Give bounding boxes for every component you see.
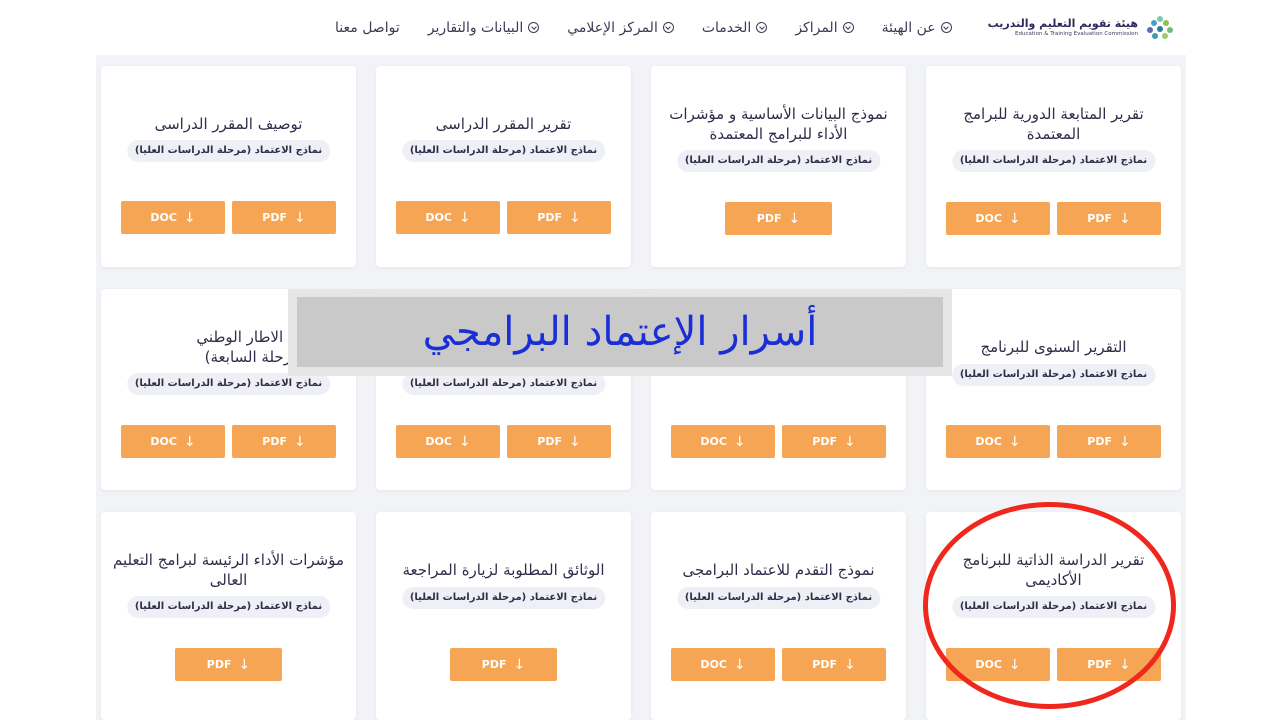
menu-item-label: المركز الإعلامي (567, 19, 658, 36)
pdf-download-button[interactable]: PDF ↓ (725, 202, 832, 235)
doc-download-button[interactable]: DOC ↓ (396, 425, 500, 458)
pdf-download-button[interactable]: PDF ↓ (1057, 202, 1161, 235)
menu-item-label: البيانات والتقارير (427, 19, 524, 36)
menu-item-label: تواصل معنا (335, 19, 400, 36)
card-course-specification: توصيف المقرر الدراسى نماذج الاعتماد (مرح… (101, 66, 356, 267)
pdf-download-button[interactable]: PDF ↓ (175, 648, 282, 681)
download-arrow-icon: ↓ (1118, 210, 1131, 227)
chevron-down-icon (662, 22, 674, 33)
card-tag: نماذج الاعتماد (مرحلة الدراسات العليا) (951, 596, 1156, 618)
card-tag: نماذج الاعتماد (مرحلة الدراسات العليا) (401, 373, 606, 395)
doc-download-button[interactable]: DOC ↓ (946, 425, 1050, 458)
download-arrow-icon: ↓ (733, 656, 746, 673)
pdf-download-button[interactable]: PDF ↓ (1057, 425, 1161, 458)
caption-text: أسرار الإعتماد البرامجي (422, 309, 818, 355)
card-tag: نماذج الاعتماد (مرحلة الدراسات العليا) (126, 140, 331, 162)
pdf-download-button[interactable]: PDF ↓ (782, 425, 886, 458)
download-arrow-icon: ↓ (568, 209, 581, 226)
pdf-download-button[interactable]: PDF ↓ (232, 201, 336, 234)
logo-arabic-text: هيئة تقويم التعليم والتدريب (987, 17, 1138, 30)
menu-item-media-center[interactable]: المركز الإعلامي (567, 20, 674, 36)
logo[interactable]: هيئة تقويم التعليم والتدريب Education & … (988, 13, 1178, 43)
menu-item-label: الخدمات (701, 19, 752, 36)
download-arrow-icon: ↓ (1008, 656, 1021, 673)
pdf-download-button[interactable]: PDF ↓ (1057, 648, 1161, 681)
pdf-download-button[interactable]: PDF ↓ (507, 425, 611, 458)
download-arrow-icon: ↓ (293, 209, 306, 226)
card-title: توصيف المقرر الدراسى (154, 115, 303, 133)
download-arrow-icon: ↓ (1118, 656, 1131, 673)
chevron-down-icon (842, 22, 854, 33)
menu-item-contact[interactable]: تواصل معنا (335, 20, 400, 36)
card-self-study-report: تقرير الدراسة الذاتية للبرنامج الأكاديمى… (926, 512, 1181, 720)
menu-item-data-reports[interactable]: البيانات والتقارير (428, 20, 540, 36)
doc-download-button[interactable]: DOC ↓ (946, 648, 1050, 681)
doc-download-button[interactable]: DOC ↓ (121, 201, 225, 234)
download-arrow-icon: ↓ (1008, 210, 1021, 227)
card-program-accreditation-application: نموذج التقدم للاعتماد البرامجى نماذج الا… (651, 512, 906, 720)
download-arrow-icon: ↓ (183, 209, 196, 226)
card-title: نموذج البيانات الأساسية و مؤشرات الأداء … (669, 105, 888, 143)
download-arrow-icon: ↓ (843, 656, 856, 673)
download-arrow-icon: ↓ (568, 433, 581, 450)
card-title: تقرير المقرر الدراسى (435, 115, 572, 133)
card-title: الوثائق المطلوبة لزيارة المراجعة (402, 561, 605, 579)
card-title: نموذج التقدم للاعتماد البرامجى (682, 561, 875, 579)
download-arrow-icon: ↓ (788, 210, 801, 227)
pdf-download-button[interactable]: PDF ↓ (782, 648, 886, 681)
download-arrow-icon: ↓ (183, 433, 196, 450)
doc-download-button[interactable]: DOC ↓ (946, 202, 1050, 235)
card-tag: نماذج الاعتماد (مرحلة الدراسات العليا) (676, 150, 881, 172)
card-tag: نماذج الاعتماد (مرحلة الدراسات العليا) (676, 587, 881, 609)
download-arrow-icon: ↓ (843, 433, 856, 450)
pdf-download-button[interactable]: PDF ↓ (507, 201, 611, 234)
download-arrow-icon: ↓ (293, 433, 306, 450)
main-menu: عن الهيئة المراكز الخدمات المركز الإعلام… (335, 20, 952, 36)
chevron-down-icon (756, 22, 768, 33)
caption-banner: أسرار الإعتماد البرامجي (288, 289, 952, 376)
download-arrow-icon: ↓ (513, 656, 526, 673)
doc-download-button[interactable]: DOC ↓ (121, 425, 225, 458)
pdf-download-button[interactable]: PDF ↓ (232, 425, 336, 458)
download-arrow-icon: ↓ (733, 433, 746, 450)
card-annual-program-report: التقرير السنوى للبرنامج نماذج الاعتماد (… (926, 289, 1181, 490)
doc-download-button[interactable]: DOC ↓ (671, 425, 775, 458)
download-arrow-icon: ↓ (238, 656, 251, 673)
card-tag: نماذج الاعتماد (مرحلة الدراسات العليا) (126, 373, 331, 395)
menu-item-centers[interactable]: المراكز (795, 19, 854, 36)
doc-download-button[interactable]: DOC ↓ (671, 648, 775, 681)
card-course-report: تقرير المقرر الدراسى نماذج الاعتماد (مرح… (376, 66, 631, 267)
card-review-visit-documents: الوثائق المطلوبة لزيارة المراجعة نماذج ا… (376, 512, 631, 720)
menu-item-label: عن الهيئة (881, 19, 936, 36)
logo-english-text: Education & Training Evaluation Commissi… (1015, 31, 1138, 37)
pdf-download-button[interactable]: PDF ↓ (450, 648, 557, 681)
download-arrow-icon: ↓ (458, 209, 471, 226)
menu-item-about[interactable]: عن الهيئة (882, 20, 952, 36)
logo-icon (1147, 15, 1173, 39)
menu-item-services[interactable]: الخدمات (702, 20, 768, 36)
card-tag: نماذج الاعتماد (مرحلة الدراسات العليا) (951, 364, 1156, 386)
download-arrow-icon: ↓ (458, 433, 471, 450)
card-tag: نماذج الاعتماد (مرحلة الدراسات العليا) (401, 140, 606, 162)
card-higher-education-kpis: مؤشرات الأداء الرئيسة لبرامج التعليم الع… (101, 512, 356, 720)
card-periodic-followup-report: تقرير المتابعة الدورية للبرامج المعتمدة … (926, 66, 1181, 267)
doc-download-button[interactable]: DOC ↓ (396, 201, 500, 234)
card-basic-data-kpi-form: نموذج البيانات الأساسية و مؤشرات الأداء … (651, 66, 906, 267)
chevron-down-icon (940, 22, 952, 33)
download-arrow-icon: ↓ (1118, 433, 1131, 450)
download-arrow-icon: ↓ (1008, 433, 1021, 450)
card-title: تقرير الدراسة الذاتية للبرنامج الأكاديمى (962, 551, 1145, 589)
card-tag: نماذج الاعتماد (مرحلة الدراسات العليا) (401, 587, 606, 609)
menu-item-label: المراكز (795, 19, 838, 36)
card-title: التقرير السنوى للبرنامج (980, 338, 1127, 356)
card-title: تقرير المتابعة الدورية للبرامج المعتمدة (963, 105, 1144, 143)
card-tag: نماذج الاعتماد (مرحلة الدراسات العليا) (126, 596, 331, 618)
card-title: مؤشرات الأداء الرئيسة لبرامج التعليم الع… (113, 551, 344, 589)
chevron-down-icon (528, 22, 540, 33)
top-navbar: هيئة تقويم التعليم والتدريب Education & … (96, 0, 1186, 55)
card-tag: نماذج الاعتماد (مرحلة الدراسات العليا) (951, 150, 1156, 172)
